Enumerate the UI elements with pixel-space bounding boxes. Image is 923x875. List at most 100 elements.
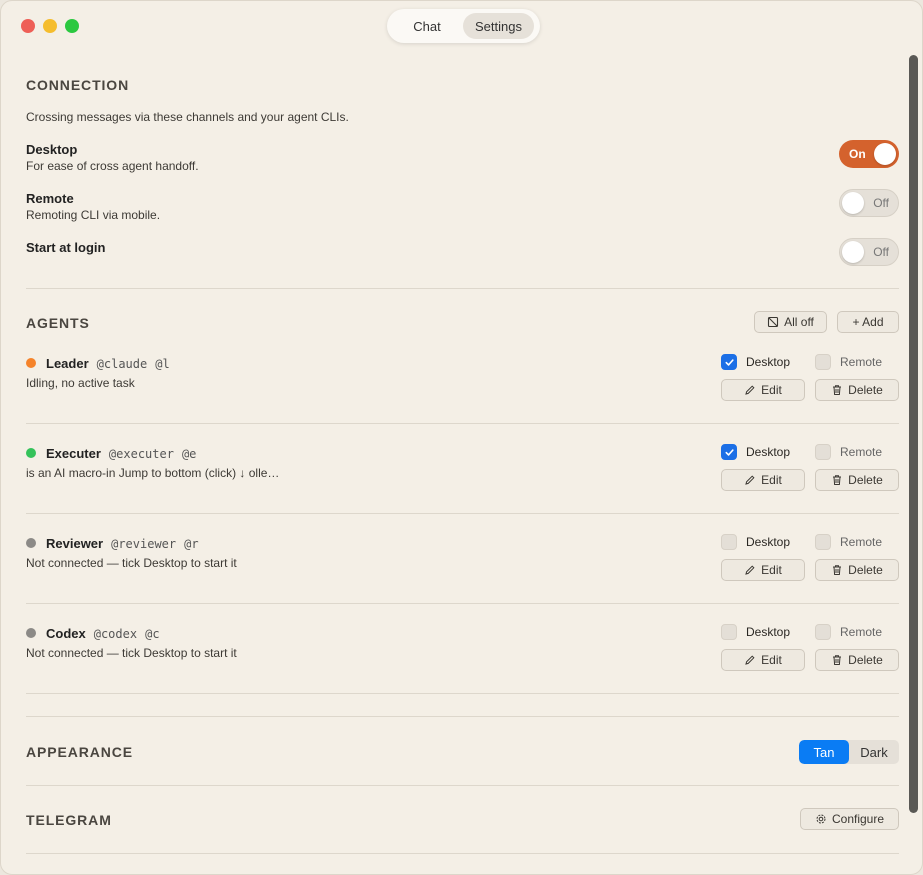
trash-icon <box>833 565 842 575</box>
agent-status-text: Not connected — tick Desktop to start it <box>26 556 237 570</box>
add-agent-label: + Add <box>852 315 884 329</box>
edit-agent-button[interactable]: Edit <box>721 649 805 671</box>
delete-label: Delete <box>848 473 883 487</box>
agent-remote-check[interactable]: Remote <box>815 534 882 550</box>
agent-header: Codex @codex @c <box>46 626 160 641</box>
agent-short-handle: @r <box>184 537 199 551</box>
tab-settings[interactable]: Settings <box>463 13 534 39</box>
edit-agent-button[interactable]: Edit <box>721 379 805 401</box>
agent-handle: @claude <box>96 357 148 371</box>
edit-label: Edit <box>761 653 782 667</box>
gear-icon <box>816 814 826 824</box>
edit-label: Edit <box>761 473 782 487</box>
slash-square-icon <box>768 316 779 328</box>
edit-agent-button[interactable]: Edit <box>721 559 805 581</box>
divider <box>26 513 899 514</box>
agent-status-dot <box>26 538 36 548</box>
checkbox[interactable] <box>815 534 831 550</box>
checkbox[interactable] <box>721 534 737 550</box>
desktop-toggle[interactable]: On <box>839 140 899 168</box>
remote-setting-subtitle: Remoting CLI via mobile. <box>26 208 161 222</box>
remote-label: Remote <box>840 535 883 549</box>
toggle-knob <box>874 143 896 165</box>
remote-toggle[interactable]: Off <box>839 189 899 217</box>
pencil-icon <box>745 385 755 395</box>
divider <box>26 288 899 289</box>
add-agent-button[interactable]: + Add <box>837 311 899 333</box>
agent-desktop-check[interactable]: Desktop <box>721 444 790 460</box>
agent-remote-check[interactable]: Remote <box>815 624 882 640</box>
delete-agent-button[interactable]: Delete <box>815 559 899 581</box>
agent-status-text: is an AI macro-in Jump to bottom (click)… <box>26 466 280 480</box>
divider <box>26 853 899 854</box>
settings-window: Chat Settings CONNECTION Crossing messag… <box>0 0 923 875</box>
appearance-option-dark[interactable]: Dark <box>849 740 899 764</box>
edit-label: Edit <box>761 383 782 397</box>
agent-status-dot <box>26 448 36 458</box>
desktop-toggle-label: On <box>849 147 866 161</box>
zoom-window-button[interactable] <box>65 19 79 33</box>
agent-short-handle: @l <box>155 357 170 371</box>
remote-label: Remote <box>840 625 883 639</box>
close-window-button[interactable] <box>21 19 35 33</box>
configure-label: Configure <box>831 812 885 826</box>
agent-short-handle: @c <box>145 627 160 641</box>
desktop-label: Desktop <box>746 625 791 639</box>
agent-remote-check[interactable]: Remote <box>815 444 882 460</box>
desktop-label: Desktop <box>746 445 791 459</box>
agent-header: Executer @executer @e <box>46 446 196 461</box>
agent-header: Reviewer @reviewer @r <box>46 536 199 551</box>
edit-agent-button[interactable]: Edit <box>721 469 805 491</box>
checkbox[interactable] <box>815 624 831 640</box>
agent-status-dot <box>26 358 36 368</box>
checkmark-icon <box>724 448 734 456</box>
agent-name: Leader <box>46 356 89 371</box>
checkbox[interactable] <box>721 624 737 640</box>
remote-label: Remote <box>840 355 883 369</box>
agent-desktop-check[interactable]: Desktop <box>721 354 790 370</box>
pencil-icon <box>745 655 755 665</box>
delete-agent-button[interactable]: Delete <box>815 469 899 491</box>
agent-status-text: Not connected — tick Desktop to start it <box>26 646 237 660</box>
configure-telegram-button[interactable]: Configure <box>800 808 899 830</box>
delete-label: Delete <box>848 563 883 577</box>
remote-setting-title: Remote <box>26 191 74 206</box>
agent-remote-check[interactable]: Remote <box>815 354 882 370</box>
agent-desktop-check[interactable]: Desktop <box>721 624 790 640</box>
delete-label: Delete <box>848 383 883 397</box>
scrollbar[interactable] <box>909 55 918 813</box>
delete-agent-button[interactable]: Delete <box>815 379 899 401</box>
all-off-button[interactable]: All off <box>754 311 827 333</box>
agent-name: Codex <box>46 626 86 641</box>
edit-label: Edit <box>761 563 782 577</box>
agent-header: Leader @claude @l <box>46 356 170 371</box>
delete-agent-button[interactable]: Delete <box>815 649 899 671</box>
connection-description: Crossing messages via these channels and… <box>26 110 349 124</box>
delete-label: Delete <box>848 653 883 667</box>
minimize-window-button[interactable] <box>43 19 57 33</box>
pencil-icon <box>745 475 755 485</box>
tab-chat[interactable]: Chat <box>391 13 463 39</box>
start-at-login-toggle[interactable]: Off <box>839 238 899 266</box>
appearance-option-tan[interactable]: Tan <box>799 740 849 764</box>
checkbox[interactable] <box>721 354 737 370</box>
agent-handle: @codex <box>93 627 138 641</box>
checkbox[interactable] <box>721 444 737 460</box>
agent-status-text: Idling, no active task <box>26 376 135 390</box>
divider <box>26 785 899 786</box>
start-at-login-toggle-label: Off <box>873 245 889 259</box>
agent-desktop-check[interactable]: Desktop <box>721 534 790 550</box>
appearance-section-title: APPEARANCE <box>26 744 134 760</box>
checkbox[interactable] <box>815 354 831 370</box>
divider <box>26 716 899 717</box>
toggle-knob <box>842 241 864 263</box>
remote-toggle-label: Off <box>873 196 889 210</box>
trash-icon <box>833 475 842 485</box>
checkbox[interactable] <box>815 444 831 460</box>
agents-section-title: AGENTS <box>26 315 90 331</box>
trash-icon <box>833 385 842 395</box>
agent-handle: @reviewer <box>111 537 177 551</box>
divider <box>26 423 899 424</box>
pencil-icon <box>745 565 755 575</box>
divider <box>26 693 899 694</box>
